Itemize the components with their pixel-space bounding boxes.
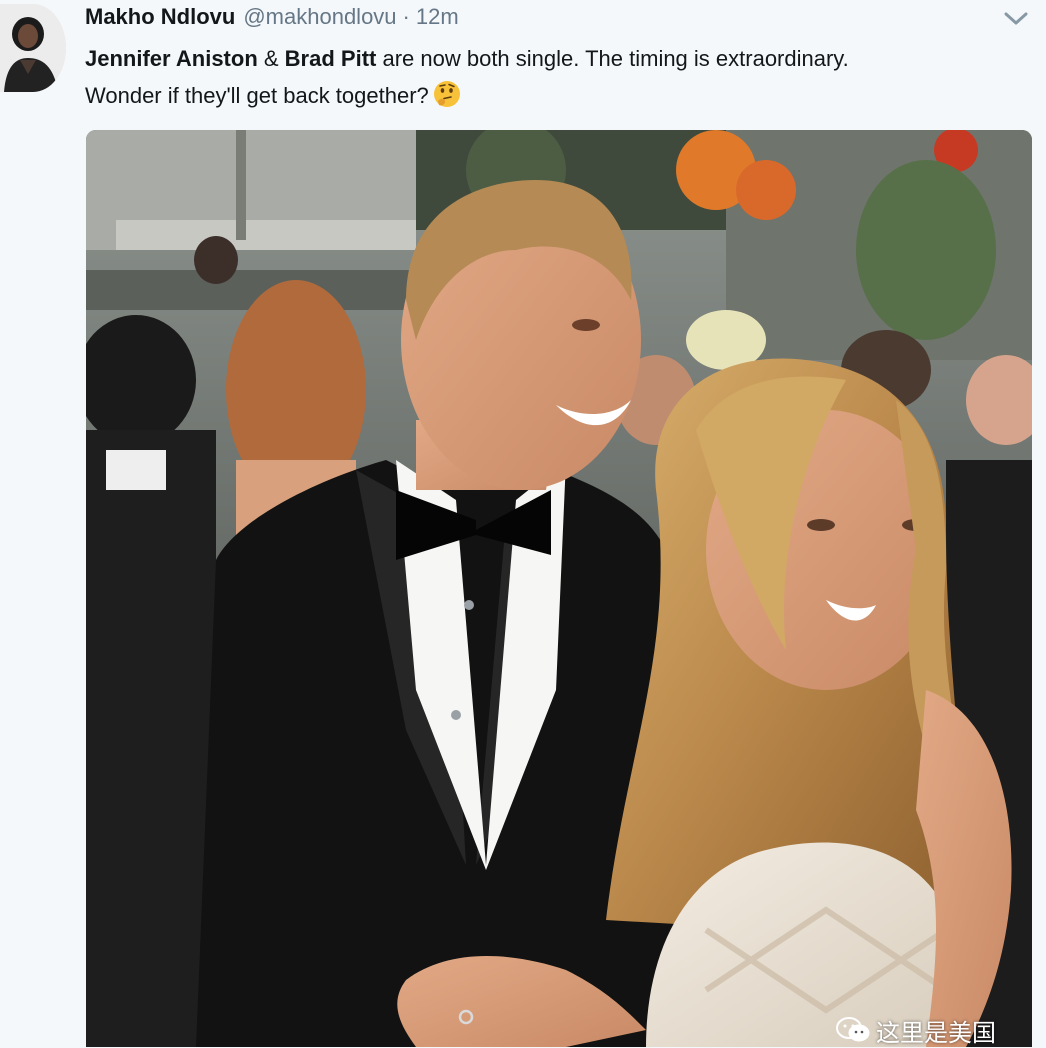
watermark-text: 这里是美国 (876, 1018, 996, 1047)
tweet-text-rest: are now both single. The timing is extra… (376, 46, 849, 71)
tweet-header: Makho Ndlovu @makhondlovu · 12m (85, 4, 459, 34)
thinking-face-emoji (432, 79, 462, 109)
tweet-text-line-1: Jennifer Aniston & Brad Pitt are now bot… (85, 40, 1025, 77)
connector-text: & (257, 46, 285, 71)
couple-at-red-carpet-photo (86, 130, 1032, 1047)
tweet-text-line-2: Wonder if they'll get back together? (85, 77, 1025, 114)
tweet-photo[interactable] (86, 130, 1032, 1047)
author-avatar[interactable] (0, 4, 66, 92)
mention-jennifer-aniston[interactable]: Jennifer Aniston (85, 46, 258, 71)
tweet-question: Wonder if they'll get back together? (85, 83, 429, 108)
author-name[interactable]: Makho Ndlovu (85, 4, 235, 30)
header-separator: · (402, 4, 410, 29)
tweet-text: Jennifer Aniston & Brad Pitt are now bot… (85, 40, 1025, 114)
tweet-card[interactable]: Makho Ndlovu @makhondlovu · 12m Jennifer… (0, 0, 1046, 1047)
mention-brad-pitt[interactable]: Brad Pitt (285, 46, 377, 71)
tweet-timestamp[interactable]: 12m (416, 4, 459, 30)
author-handle[interactable]: @makhondlovu (243, 4, 396, 30)
wechat-icon (836, 1017, 870, 1042)
chevron-down-icon[interactable] (1000, 8, 1032, 30)
wechat-watermark: 这里是美国 (836, 1014, 996, 1047)
